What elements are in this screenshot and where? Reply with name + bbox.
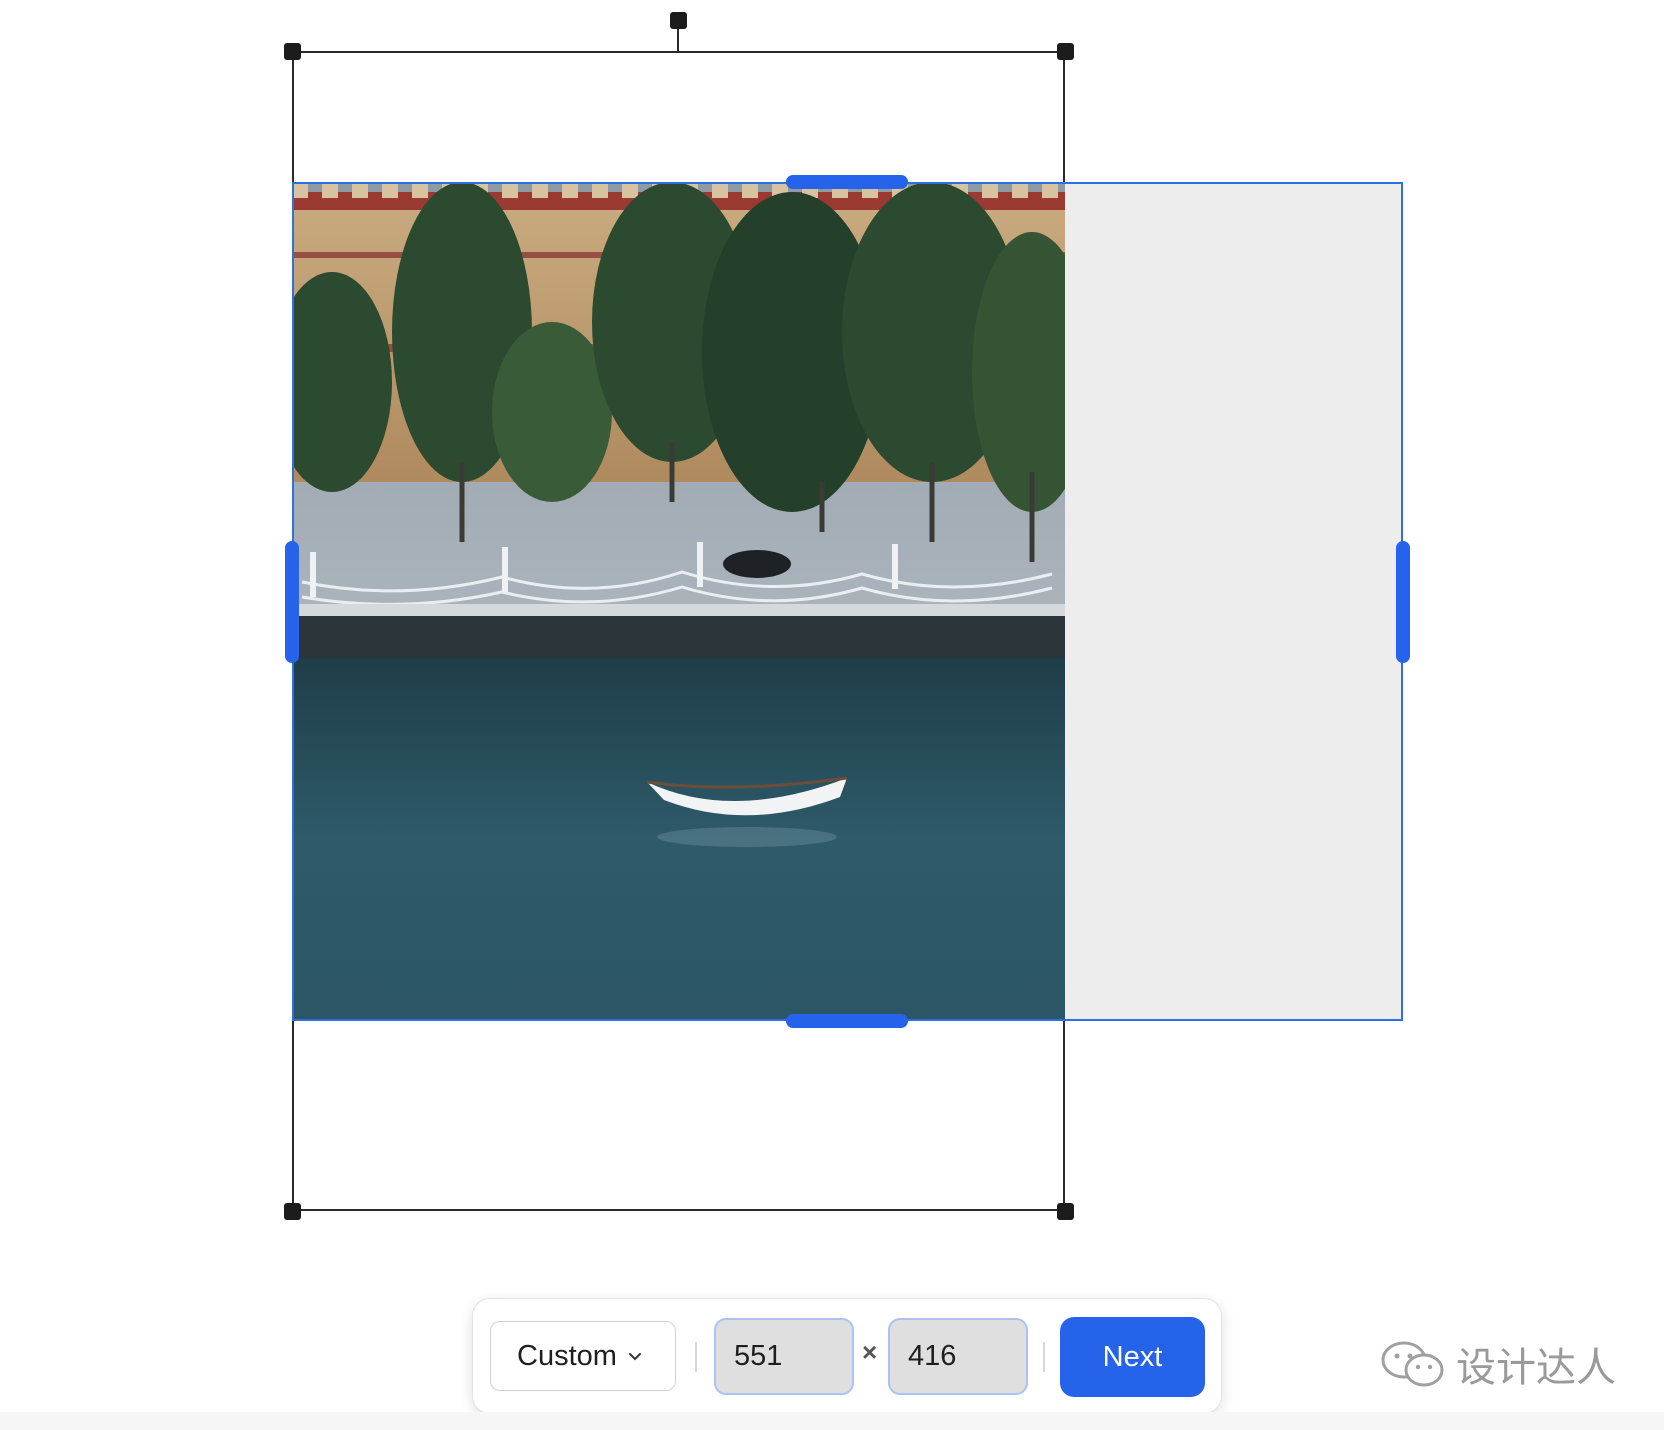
rotate-stem <box>677 26 679 52</box>
aspect-preset-dropdown[interactable]: Custom <box>490 1321 676 1391</box>
corner-handle-top-right[interactable] <box>1057 43 1074 60</box>
watermark-text: 设计达人 <box>1456 1345 1616 1391</box>
crop-outline <box>292 182 1403 1021</box>
crop-toolbar: Custom × Next <box>472 1298 1222 1414</box>
rotate-handle[interactable] <box>670 12 687 29</box>
crop-handle-left[interactable] <box>285 541 299 663</box>
width-input[interactable] <box>714 1318 854 1395</box>
toolbar-divider <box>1043 1342 1045 1372</box>
dimension-separator: × <box>862 1337 878 1367</box>
corner-handle-top-left[interactable] <box>284 43 301 60</box>
crop-handle-right[interactable] <box>1396 541 1410 663</box>
watermark: 设计达人 <box>1380 1335 1616 1393</box>
height-input[interactable] <box>888 1318 1028 1395</box>
chevron-down-icon <box>628 1353 641 1361</box>
toolbar-divider <box>695 1342 697 1372</box>
crop-handle-top[interactable] <box>786 175 908 189</box>
wechat-icon <box>1381 1341 1444 1387</box>
next-button[interactable]: Next <box>1060 1317 1205 1397</box>
crop-handle-bottom[interactable] <box>786 1014 908 1028</box>
corner-handle-bottom-right[interactable] <box>1057 1203 1074 1220</box>
bottom-strip <box>0 1412 1664 1430</box>
corner-handle-bottom-left[interactable] <box>284 1203 301 1220</box>
aspect-preset-label: Custom <box>517 1339 617 1372</box>
